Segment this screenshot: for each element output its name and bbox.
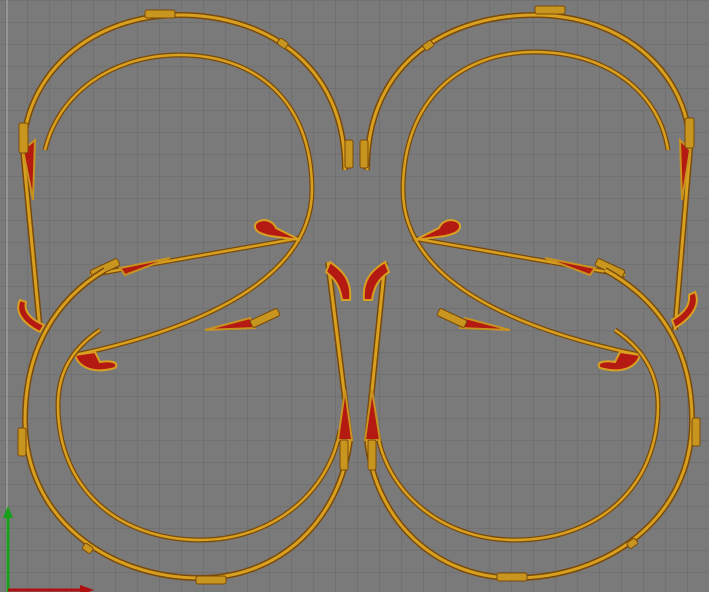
- mouse-ear-tab: [344, 139, 354, 169]
- mouse-ear-tab: [144, 9, 176, 19]
- mouse-ear-tab: [359, 139, 369, 169]
- mouse-ear-tab: [18, 122, 29, 154]
- mouse-ear-tab: [339, 439, 349, 471]
- mouse-ear-tab: [691, 417, 701, 447]
- mouse-ear-tab: [534, 5, 566, 15]
- mouse-ear-tab: [496, 572, 528, 582]
- mouse-ear-tab: [195, 575, 227, 585]
- mouse-ear-tab: [17, 427, 27, 457]
- 3d-viewport[interactable]: [0, 0, 709, 592]
- mouse-ear-tab: [367, 439, 377, 471]
- mouse-ear-tab: [684, 117, 695, 149]
- build-plate-grid: [0, 0, 709, 592]
- print-preview-scene[interactable]: [0, 0, 709, 592]
